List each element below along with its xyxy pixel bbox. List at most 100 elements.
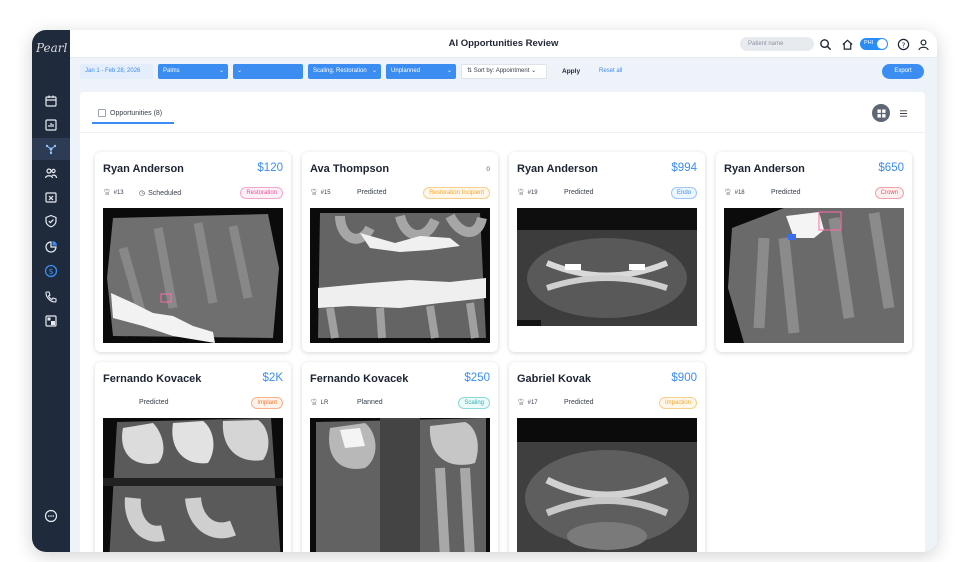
tooth-icon: 🦷︎ [517,400,525,406]
card-status: Predicted [357,189,387,196]
tooth-number: 🦷︎ #15 [310,189,331,197]
status-text: Predicted [564,189,594,196]
gallery-icon[interactable] [39,310,63,332]
tooth-icon: 🦷︎ [103,190,111,196]
sort-icon: ⇅ [467,68,474,74]
tooth-number: 🦷︎ #19 [517,189,538,197]
opportunity-card[interactable]: Gabriel Kovak $900 🦷︎ #17 Predicted Impac… [509,362,705,552]
user-icon[interactable] [916,37,930,51]
ai-opportunities-icon[interactable] [32,138,70,160]
status-text: Predicted [771,189,801,196]
procedure-tag: Endo [670,187,697,199]
card-status: Planned [357,399,383,406]
location-label: Palms [163,68,180,74]
phone-icon[interactable] [39,286,63,308]
card-status: Predicted [564,399,594,406]
opportunity-card[interactable]: Ryan Anderson $120 🦷︎ #13 ◷ Scheduled Rest… [95,152,291,352]
xray-image[interactable] [310,418,490,552]
xray-image[interactable] [724,208,904,343]
status-text: Predicted [357,189,387,196]
pearl-logo: Pearl [36,41,68,55]
chevron-down-icon: ⌄ [446,68,452,74]
tooth-number: 🦷︎ #17 [517,399,538,407]
card-meta: Predicted Implant [103,397,283,411]
opportunity-card[interactable]: Ryan Anderson $650 🦷︎ #18 Predicted Crown [716,152,912,352]
xray-image[interactable] [310,208,490,343]
tooth-label: #17 [527,399,538,406]
chevron-down-icon: ⌄ [218,68,224,74]
sort-dropdown[interactable]: ⇅ Sort by: Appointment ⌄ [461,64,547,79]
export-button[interactable]: Export [882,64,924,79]
procedure-filter[interactable]: Scaling, Restoration ⌄ [308,64,381,79]
patient-name: Ava Thompson [310,163,390,175]
tooth-icon: 🦷︎ [517,190,525,196]
patient-name: Ryan Anderson [517,163,598,175]
patients-icon[interactable] [39,162,63,184]
card-meta: 🦷︎ LR Planned Scaling [310,397,490,411]
status-filter[interactable]: Unplanned ⌄ [386,64,456,79]
status-text: Planned [357,399,383,406]
opportunity-card[interactable]: Fernando Kovacek $2K Predicted Implant [95,362,291,552]
card-meta: 🦷︎ #18 Predicted Crown [724,187,904,201]
procedure-tag: Restoration [240,187,283,199]
pie-chart-icon[interactable] [39,236,63,258]
patient-search-input[interactable]: Patient name [740,37,814,51]
tooth-number: 🦷︎ LR [310,399,329,407]
patient-name: Fernando Kovacek [103,373,202,385]
opportunity-card[interactable]: Ava Thompson 0 🦷︎ #15 Predicted Restorati… [302,152,498,352]
apply-button[interactable]: Apply [562,64,592,79]
help-icon[interactable]: ? [896,37,910,51]
dollar-icon[interactable]: $ [39,260,63,282]
procedure-tag: Scaling [458,397,490,409]
chevron-down-icon: ⌄ [529,68,537,74]
toggle-knob [877,39,887,49]
date-range-filter[interactable]: Jan 1 - Feb 28, 2026 [80,64,153,79]
tab-label: Opportunities (8) [110,109,163,117]
tooth-label: #15 [320,189,331,196]
card-meta: 🦷︎ #13 ◷ Scheduled Restoration [103,187,283,201]
topbar: AI Opportunities Review Patient name PHI… [70,30,937,58]
reset-all-link[interactable]: Reset all [599,64,639,79]
chart-icon[interactable] [39,114,63,136]
tooth-icon: 🦷︎ [310,190,318,196]
status-text: Scheduled [148,189,182,197]
list-view-button[interactable] [894,104,912,122]
sidebar: Pearl $ [32,30,70,552]
sort-label: Sort by: Appointment [473,68,530,74]
tab-opportunities[interactable]: Opportunities (8) [92,104,174,124]
xray-image[interactable] [103,418,283,552]
provider-filter[interactable]: ⌄ [233,64,303,79]
chat-icon[interactable] [39,505,63,527]
schedule-icon[interactable] [39,186,63,208]
opportunity-value: $250 [464,372,490,384]
chevron-down-icon: ⌄ [371,68,377,74]
patient-name: Fernando Kovacek [310,373,409,385]
grid-icon [876,108,886,118]
opportunity-value: $900 [671,372,697,384]
tooth-label: LR [320,399,329,406]
date-range-label: Jan 1 - Feb 28, 2026 [85,68,141,74]
shield-icon[interactable] [39,210,63,232]
tooth-icon: 🦷︎ [310,400,318,406]
xray-image[interactable] [517,208,697,343]
location-filter[interactable]: Palms ⌄ [158,64,228,79]
card-status: Predicted [771,189,801,196]
opportunity-value: 0 [486,166,490,173]
opportunity-value: $994 [671,162,697,174]
grid-view-button[interactable] [872,104,890,122]
opportunity-card[interactable]: Ryan Anderson $994 🦷︎ #19 Predicted Endo [509,152,705,352]
calendar-icon[interactable] [39,90,63,112]
xray-image[interactable] [103,208,283,343]
opportunity-card[interactable]: Fernando Kovacek $250 🦷︎ LR Planned Scali… [302,362,498,552]
opportunities-icon [98,109,106,117]
xray-image[interactable] [517,418,697,552]
card-status: Predicted [564,189,594,196]
home-icon[interactable] [840,37,854,51]
svg-text:$: $ [48,267,53,276]
phi-toggle[interactable]: PHI [860,38,888,50]
tooth-label: #18 [734,189,745,196]
tooth-label: #13 [113,189,124,196]
procedure-label: Scaling, Restoration [313,68,367,74]
search-icon[interactable] [818,37,832,51]
patient-name: Gabriel Kovak [517,373,591,385]
